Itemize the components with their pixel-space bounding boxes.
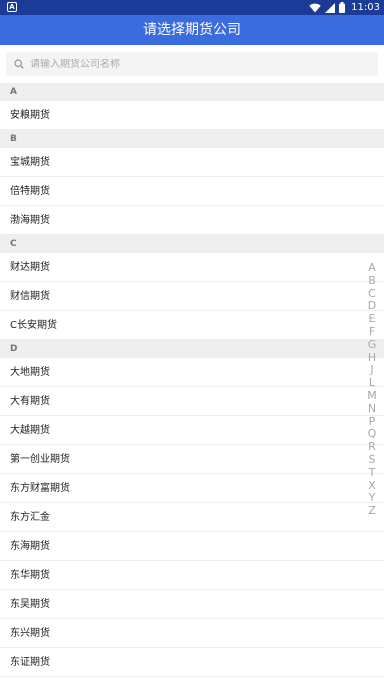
search-box[interactable] (6, 52, 378, 76)
section-header-b: B (0, 130, 384, 148)
search-input[interactable] (30, 58, 330, 70)
company-list-item[interactable]: 倍特期货 (0, 177, 384, 206)
company-list-item[interactable]: 渤海期货 (0, 206, 384, 235)
section-header-d: D (0, 340, 384, 358)
index-letter-b[interactable]: B (368, 274, 376, 288)
index-letter-m[interactable]: M (367, 389, 377, 403)
page-title: 请选择期货公司 (143, 22, 241, 38)
index-letter-g[interactable]: G (368, 338, 377, 352)
company-list-item[interactable]: 大有期货 (0, 387, 384, 416)
company-list-item[interactable]: 东方财富期货 (0, 474, 384, 503)
status-bar: A 11:03 (0, 0, 384, 15)
index-letter-n[interactable]: N (368, 402, 376, 416)
company-list-item[interactable]: C长安期货 (0, 311, 384, 340)
company-list: A 安粮期货 B 宝城期货 倍特期货 渤海期货 C 财达期货 财信期货 C长安期货 D 大地期货 大有期… (0, 83, 384, 677)
company-list-item[interactable]: 宝城期货 (0, 148, 384, 177)
index-letter-a[interactable]: A (368, 261, 376, 275)
search-bar (0, 45, 384, 83)
company-list-item[interactable]: 大越期货 (0, 416, 384, 445)
company-list-item[interactable]: 第一创业期货 (0, 445, 384, 474)
company-list-item[interactable]: 财信期货 (0, 282, 384, 311)
section-header-a: A (0, 83, 384, 101)
app-bar: 请选择期货公司 (0, 15, 384, 45)
status-time: 11:03 (351, 2, 380, 13)
company-list-item[interactable]: 东证期货 (0, 648, 384, 677)
notification-icon: A (7, 2, 17, 12)
signal-icon (325, 2, 336, 13)
company-list-item[interactable]: 东海期货 (0, 532, 384, 561)
company-list-item[interactable]: 安粮期货 (0, 101, 384, 130)
alphabet-index-bar[interactable]: ABCDEFGHJLMNPQRSTXYZ (366, 261, 378, 518)
company-list-item[interactable]: 东吴期货 (0, 590, 384, 619)
company-list-item[interactable]: 大地期货 (0, 358, 384, 387)
battery-icon (339, 2, 346, 13)
company-list-item[interactable]: 东兴期货 (0, 619, 384, 648)
company-list-item[interactable]: 东华期货 (0, 561, 384, 590)
index-letter-f[interactable]: F (369, 325, 375, 339)
index-letter-t[interactable]: T (369, 466, 376, 480)
section-header-c: C (0, 235, 384, 253)
index-letter-s[interactable]: S (369, 453, 376, 467)
search-icon (14, 59, 24, 69)
company-list-item[interactable]: 东方汇金 (0, 503, 384, 532)
status-icons: 11:03 (309, 0, 380, 15)
wifi-icon (309, 3, 321, 12)
index-letter-z[interactable]: Z (368, 504, 376, 518)
company-list-item[interactable]: 财达期货 (0, 253, 384, 282)
